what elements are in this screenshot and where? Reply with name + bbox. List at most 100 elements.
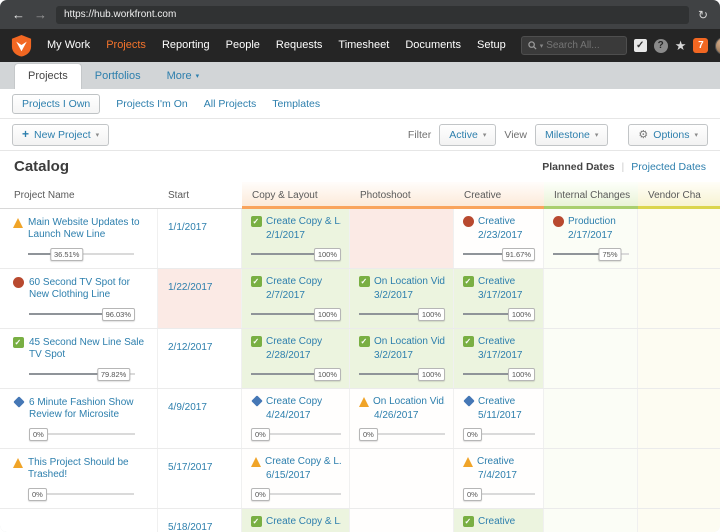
subnav-item-projects-i-own[interactable]: Projects I Own xyxy=(12,94,100,114)
nav-item-documents[interactable]: Documents xyxy=(397,29,469,62)
task-date-link[interactable]: 2/23/2017 xyxy=(478,230,535,241)
column-header-start[interactable]: Start xyxy=(158,182,242,209)
table-row: 6 Minute Fashion Show Review for Microsi… xyxy=(0,389,720,449)
task-name-link[interactable]: Creative xyxy=(478,216,515,228)
nav-item-people[interactable]: People xyxy=(218,29,268,62)
task-date-link[interactable]: 4/26/2017 xyxy=(374,410,445,421)
tab-more[interactable]: More▾ xyxy=(154,64,213,89)
task-name-link[interactable]: On Location Vid... xyxy=(373,396,445,408)
progress-value: 0% xyxy=(359,428,378,441)
nav-item-timesheet[interactable]: Timesheet xyxy=(330,29,397,62)
project-name-link[interactable]: This Project Should be Trashed! xyxy=(28,457,149,481)
column-header-vendor-cha[interactable]: Vendor Cha xyxy=(638,182,720,209)
task-date-link[interactable]: 2/28/2017 xyxy=(266,350,341,361)
task-date-link[interactable]: 4/24/2017 xyxy=(266,410,341,421)
task-name-link[interactable]: Creative xyxy=(478,336,515,348)
subnav-item-all-projects[interactable]: All Projects xyxy=(204,98,257,110)
column-header-photoshoot[interactable]: Photoshoot xyxy=(350,182,454,209)
star-icon[interactable]: ★ xyxy=(675,38,687,54)
start-date-link[interactable]: 1/1/2017 xyxy=(168,222,207,233)
task-title-row: Production xyxy=(553,216,629,228)
checkbox-icon[interactable]: ✓ xyxy=(634,39,647,52)
task-date-link[interactable]: 3/2/2017 xyxy=(374,290,445,301)
task-name-link[interactable]: Create Copy xyxy=(266,396,322,408)
progress-bar: 0% xyxy=(463,487,535,500)
warning-triangle-icon xyxy=(13,218,23,228)
start-date-link[interactable]: 5/18/2017 xyxy=(168,522,213,532)
start-date-link[interactable]: 1/22/2017 xyxy=(168,282,213,293)
search-input[interactable] xyxy=(546,40,612,51)
reload-icon[interactable]: ↻ xyxy=(698,8,708,22)
progress-value: 91.67% xyxy=(502,248,535,261)
project-name-link[interactable]: 6 Minute Fashion Show Review for Microsi… xyxy=(29,397,149,421)
options-button[interactable]: ⚙ Options ▾ xyxy=(628,124,708,146)
task-name-link[interactable]: Create Copy xyxy=(266,276,322,288)
nav-item-projects[interactable]: Projects xyxy=(98,29,154,62)
chevron-down-icon: ▾ xyxy=(595,131,599,139)
column-header-project-name[interactable]: Project Name xyxy=(0,182,158,209)
progress-value: 100% xyxy=(314,368,341,381)
project-name-wrap: This Project Should be Trashed!0% xyxy=(23,457,149,508)
tab-portfolios[interactable]: Portfolios xyxy=(82,64,154,89)
check-square-icon xyxy=(463,276,474,287)
start-date-link[interactable]: 4/9/2017 xyxy=(168,402,207,413)
divider: | xyxy=(622,161,625,173)
task-name-link[interactable]: Create Copy & L... xyxy=(265,456,341,468)
forward-icon[interactable]: → xyxy=(34,0,47,29)
task-title-row: Create Copy & L... xyxy=(251,516,341,528)
project-name-link[interactable]: 60 Second TV Spot for New Clothing Line xyxy=(29,277,149,301)
tab-projects[interactable]: Projects xyxy=(14,63,82,89)
nav-item-reporting[interactable]: Reporting xyxy=(154,29,218,62)
task-name-link[interactable]: On Location Vid... xyxy=(374,276,445,288)
task-date-link[interactable]: 3/2/2017 xyxy=(374,350,445,361)
task-date-link[interactable]: 5/11/2017 xyxy=(478,410,535,421)
red-circle-icon xyxy=(553,216,564,227)
table-row: 45 Second New Line Sale TV Spot79.82%2/1… xyxy=(0,329,720,389)
workfront-logo-icon[interactable] xyxy=(10,34,33,57)
task-name-link[interactable]: Creative xyxy=(477,456,514,468)
task-name-link[interactable]: Creative xyxy=(478,516,515,528)
task-date-link[interactable]: 3/17/2017 xyxy=(478,350,535,361)
task-date-link[interactable]: 3/17/2017 xyxy=(478,290,535,301)
nav-item-my-work[interactable]: My Work xyxy=(39,29,98,62)
avatar[interactable] xyxy=(715,37,720,55)
start-date-link[interactable]: 5/17/2017 xyxy=(168,462,213,473)
start-date-link[interactable]: 2/12/2017 xyxy=(168,342,213,353)
subnav-item-projects-i-m-on[interactable]: Projects I'm On xyxy=(116,98,187,110)
search-box[interactable]: ▾ xyxy=(521,36,627,55)
nav-item-requests[interactable]: Requests xyxy=(268,29,330,62)
task-name-link[interactable]: Create Copy & L... xyxy=(266,216,341,228)
view-dropdown[interactable]: Milestone ▾ xyxy=(535,124,608,146)
task-name-link[interactable]: Production xyxy=(568,216,616,228)
filter-dropdown[interactable]: Active ▾ xyxy=(439,124,496,146)
projected-dates-link[interactable]: Projected Dates xyxy=(631,161,706,173)
task-name-link[interactable]: On Location Vid... xyxy=(374,336,445,348)
task-name-link[interactable]: Create Copy xyxy=(266,336,322,348)
task-date-link[interactable]: 2/7/2017 xyxy=(266,290,341,301)
subnav-item-templates[interactable]: Templates xyxy=(272,98,320,110)
url-text: https://hub.workfront.com xyxy=(64,9,176,20)
project-name-wrap: 6 Minute Fashion Show Review for Microsi… xyxy=(24,397,149,448)
column-header-internal-changes[interactable]: Internal Changes xyxy=(544,182,638,209)
url-bar[interactable]: https://hub.workfront.com xyxy=(56,6,689,24)
new-project-button[interactable]: + New Project ▾ xyxy=(12,124,109,146)
help-icon[interactable]: ? xyxy=(654,39,668,53)
notification-badge[interactable]: 7 xyxy=(693,38,708,53)
task-date-link[interactable]: 2/1/2017 xyxy=(266,230,341,241)
task-name-link[interactable]: Creative xyxy=(478,276,515,288)
project-name-link[interactable]: Main Website Updates to Launch New Line xyxy=(28,217,149,241)
task-title-row: Creative xyxy=(463,216,535,228)
task-name-link[interactable]: Create Copy & L... xyxy=(266,516,341,528)
task-date-link[interactable]: 2/17/2017 xyxy=(568,230,629,241)
back-icon[interactable]: ← xyxy=(12,0,25,29)
task-date-link[interactable]: 6/15/2017 xyxy=(266,470,341,481)
task-date-link[interactable]: 7/4/2017 xyxy=(478,470,535,481)
progress-bar: 75% xyxy=(553,247,629,260)
column-header-creative[interactable]: Creative xyxy=(454,182,544,209)
project-name-link[interactable]: 45 Second New Line Sale TV Spot xyxy=(29,337,149,361)
nav-item-setup[interactable]: Setup xyxy=(469,29,514,62)
progress-value: 100% xyxy=(508,368,535,381)
planned-dates-link[interactable]: Planned Dates xyxy=(542,161,614,173)
task-name-link[interactable]: Creative xyxy=(478,396,515,408)
column-header-copy-layout[interactable]: Copy & Layout xyxy=(242,182,350,209)
